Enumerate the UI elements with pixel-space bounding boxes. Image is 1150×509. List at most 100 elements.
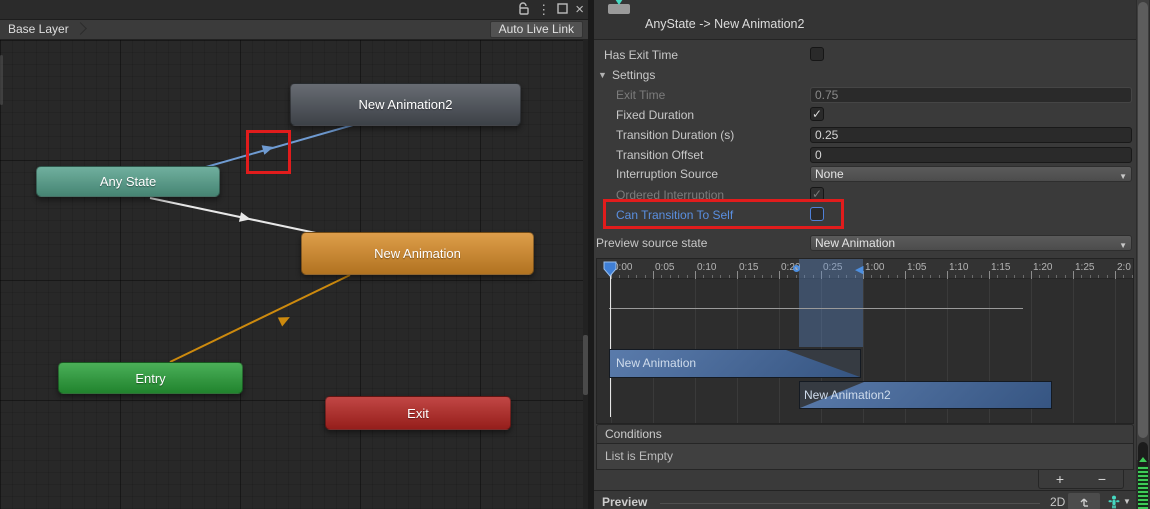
state-node-new-animation[interactable]: New Animation xyxy=(301,232,534,275)
transition-offset-field[interactable]: 0 xyxy=(810,147,1132,163)
ruler-minor-tick xyxy=(922,275,923,278)
ruler-tick xyxy=(737,271,738,279)
settings-foldout-icon[interactable]: ▼ xyxy=(598,70,607,80)
exit-time-field: 0.75 xyxy=(810,87,1132,103)
ruler-minor-tick xyxy=(880,275,881,278)
timeline-bar-label: New Animation xyxy=(616,356,696,370)
ruler-minor-tick xyxy=(787,275,788,278)
ruler-minor-tick xyxy=(661,275,662,278)
avatar-icon[interactable]: ▼ xyxy=(1104,493,1134,509)
state-node-exit[interactable]: Exit xyxy=(325,396,511,430)
has-exit-time-label: Has Exit Time xyxy=(604,48,678,62)
conditions-empty-list: List is Empty xyxy=(596,444,1134,470)
ruler-tick-label: 0:05 xyxy=(655,262,674,273)
ruler-minor-tick xyxy=(964,275,965,278)
ruler-minor-tick xyxy=(888,275,889,278)
ruler-minor-tick xyxy=(619,275,620,278)
scrollbar-thumb[interactable] xyxy=(1138,2,1148,438)
breadcrumb-chevron-icon xyxy=(74,22,87,35)
breadcrumb-base-layer[interactable]: Base Layer xyxy=(8,22,69,36)
ruler-minor-tick xyxy=(745,275,746,278)
ruler-minor-tick xyxy=(1090,275,1091,278)
transition-duration-band[interactable] xyxy=(799,259,863,347)
canvas-left-scrollbar-thumb[interactable] xyxy=(0,55,3,105)
preview-divider xyxy=(660,503,1040,504)
close-icon[interactable]: × xyxy=(575,1,584,19)
transition-arrow-orange[interactable] xyxy=(278,313,292,327)
ruler-tick-label: 2:0 xyxy=(1117,262,1131,273)
preview-label[interactable]: Preview xyxy=(602,495,647,509)
ruler-tick xyxy=(695,271,696,279)
ruler-tick xyxy=(947,271,948,279)
ruler-tick-label: 1:15 xyxy=(991,262,1010,273)
timeline-bar-new-animation[interactable]: New Animation xyxy=(609,349,861,378)
ruler-minor-tick xyxy=(645,275,646,278)
playhead-line[interactable] xyxy=(610,269,611,417)
maximize-icon[interactable] xyxy=(557,3,568,17)
ruler-tick-label: 1:20 xyxy=(1033,262,1052,273)
inspector-scrollbar[interactable] xyxy=(1136,0,1150,509)
ruler-minor-tick xyxy=(729,275,730,278)
remove-condition-button[interactable]: − xyxy=(1087,471,1117,487)
unity-animator-window: ⋮ × Base Layer Auto Live Link xyxy=(0,0,1150,509)
ruler-minor-tick xyxy=(1006,275,1007,278)
window-titlebar: ⋮ × xyxy=(0,0,588,20)
timeline-bar-new-animation2[interactable]: New Animation2 xyxy=(799,381,1052,409)
animator-graph-panel: ⋮ × Base Layer Auto Live Link xyxy=(0,0,588,509)
ruler-minor-tick xyxy=(1023,275,1024,278)
ruler-minor-tick xyxy=(720,275,721,278)
state-node-label: New Animation2 xyxy=(359,97,453,112)
state-node-label: New Animation xyxy=(374,246,461,261)
pivot-icon[interactable] xyxy=(1068,493,1100,509)
ruler-tick-label: 1:25 xyxy=(1075,262,1094,273)
ruler-minor-tick xyxy=(1048,275,1049,278)
transition-timeline[interactable]: 0:000:050:100:150:200:251:001:051:101:15… xyxy=(596,258,1134,424)
timeline-gridline xyxy=(1115,279,1116,423)
add-condition-button[interactable]: + xyxy=(1045,471,1075,487)
auto-live-link-button[interactable]: Auto Live Link xyxy=(490,21,583,38)
ruler-minor-tick xyxy=(1065,275,1066,278)
ruler-minor-tick xyxy=(955,275,956,278)
ruler-minor-tick xyxy=(1014,275,1015,278)
timeline-ruler[interactable]: 0:000:050:100:150:200:251:001:051:101:15… xyxy=(597,259,1134,279)
preview-bar: Preview 2D ▼ xyxy=(594,490,1136,509)
ruler-tick xyxy=(1073,271,1074,279)
preview-2d-toggle[interactable]: 2D xyxy=(1050,495,1065,509)
ruler-minor-tick xyxy=(712,275,713,278)
state-node-label: Entry xyxy=(135,371,165,386)
ruler-minor-tick xyxy=(687,275,688,278)
fixed-duration-checkbox[interactable]: ✓ xyxy=(810,107,824,121)
ruler-tick xyxy=(779,271,780,279)
ruler-tick xyxy=(1115,271,1116,279)
state-node-new-animation2[interactable]: New Animation2 xyxy=(290,83,521,126)
timeline-bar-label: New Animation2 xyxy=(804,388,891,402)
state-machine-canvas[interactable]: New Animation2 Any State New Animation E… xyxy=(0,40,588,509)
ruler-minor-tick xyxy=(1039,275,1040,278)
ruler-minor-tick xyxy=(1056,275,1057,278)
preview-source-state-dropdown[interactable]: New Animation▼ xyxy=(810,235,1132,251)
transition-line-orange[interactable] xyxy=(170,275,350,362)
lock-icon[interactable] xyxy=(518,2,530,19)
transition-offset-label: Transition Offset xyxy=(616,148,703,162)
dropdown-arrow-icon: ▼ xyxy=(1119,170,1127,184)
ruler-minor-tick xyxy=(703,275,704,278)
preview-source-state-value: New Animation xyxy=(815,236,895,250)
red-highlight-transition-arrow xyxy=(246,130,291,174)
kebab-menu-icon[interactable]: ⋮ xyxy=(537,1,550,19)
inspector-panel: AnyState -> New Animation2 Has Exit Time… xyxy=(594,0,1136,509)
ruler-tick xyxy=(905,271,906,279)
state-node-entry[interactable]: Entry xyxy=(58,362,243,394)
interruption-source-dropdown[interactable]: None ▼ xyxy=(810,166,1132,182)
ruler-minor-tick xyxy=(762,275,763,278)
settings-label[interactable]: Settings xyxy=(612,68,655,82)
ruler-tick-label: 0:15 xyxy=(739,262,758,273)
transition-end-handle[interactable]: ◀ xyxy=(855,263,863,276)
ruler-tick-label: 0:10 xyxy=(697,262,716,273)
state-node-any-state[interactable]: Any State xyxy=(36,166,220,197)
ruler-minor-tick xyxy=(754,275,755,278)
interruption-source-value: None xyxy=(815,167,844,181)
playhead-pin[interactable] xyxy=(603,261,617,280)
transition-duration-field[interactable]: 0.25 xyxy=(810,127,1132,143)
transition-start-handle[interactable] xyxy=(793,265,800,272)
has-exit-time-checkbox[interactable] xyxy=(810,47,824,61)
